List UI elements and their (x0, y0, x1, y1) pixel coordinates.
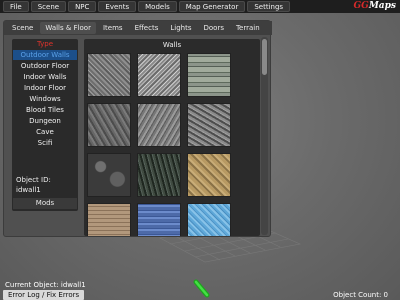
texture-tile[interactable] (87, 53, 131, 97)
type-item-windows[interactable]: Windows (13, 94, 77, 104)
type-item-outdoor-walls[interactable]: Outdoor Walls (13, 50, 77, 60)
tab-scene[interactable]: Scene (7, 22, 38, 34)
move-gizmo-icon (193, 279, 210, 298)
scroll-thumb[interactable] (262, 39, 267, 75)
mods-button[interactable]: Mods (13, 198, 77, 209)
texture-tile[interactable] (187, 103, 231, 147)
texture-tile[interactable] (87, 153, 131, 197)
type-list: Type Outdoor Walls Outdoor Floor Indoor … (12, 39, 78, 211)
texture-tile[interactable] (137, 103, 181, 147)
type-item-indoor-walls[interactable]: Indoor Walls (13, 72, 77, 82)
object-id-value: idwall1 (16, 186, 41, 194)
texture-tile[interactable] (137, 203, 181, 236)
texture-tile[interactable] (187, 53, 231, 97)
texture-tile[interactable] (187, 153, 231, 197)
object-id-label: Object ID: (16, 176, 51, 184)
menu-scene[interactable]: Scene (30, 1, 67, 12)
category-tabs: Scene Walls & Floor Items Effects Lights… (4, 21, 272, 35)
tab-terrain[interactable]: Terrain (231, 22, 265, 34)
type-item-dungeon[interactable]: Dungeon (13, 116, 77, 126)
texture-tile[interactable] (137, 153, 181, 197)
tab-doors[interactable]: Doors (198, 22, 228, 34)
type-heading: Type (36, 40, 54, 48)
type-item-cave[interactable]: Cave (13, 127, 77, 137)
tab-effects[interactable]: Effects (130, 22, 164, 34)
current-object-label: Current Object: idwall1 (5, 281, 86, 289)
tab-lights[interactable]: Lights (165, 22, 196, 34)
tab-items[interactable]: Items (98, 22, 128, 34)
texture-tile[interactable] (87, 103, 131, 147)
menu-events[interactable]: Events (98, 1, 137, 12)
menu-file[interactable]: File (3, 1, 29, 12)
type-item-outdoor-floor[interactable]: Outdoor Floor (13, 61, 77, 71)
texture-tile[interactable] (87, 203, 131, 236)
walls-floor-panel: Scene Walls & Floor Items Effects Lights… (3, 20, 272, 237)
menu-models[interactable]: Models (138, 1, 177, 12)
type-item-scifi[interactable]: Scifi (13, 138, 77, 148)
menu-npc[interactable]: NPC (68, 1, 97, 12)
menu-settings[interactable]: Settings (247, 1, 291, 12)
grid-heading: Walls (162, 41, 182, 49)
texture-tile[interactable] (137, 53, 181, 97)
type-item-blood-tiles[interactable]: Blood Tiles (13, 105, 77, 115)
texture-grid: Walls (84, 39, 260, 236)
grid-scrollbar[interactable] (261, 37, 268, 235)
object-count-label: Object Count: 0 (333, 291, 388, 299)
error-log-button[interactable]: Error Log / Fix Errors (3, 290, 85, 300)
app-logo: GGMaps (353, 1, 396, 11)
texture-tile[interactable] (187, 203, 231, 236)
menu-bar: File Scene NPC Events Models Map Generat… (0, 0, 400, 13)
type-item-indoor-floor[interactable]: Indoor Floor (13, 83, 77, 93)
menu-map-generator[interactable]: Map Generator (178, 1, 246, 12)
tab-walls-floor[interactable]: Walls & Floor (40, 22, 96, 34)
